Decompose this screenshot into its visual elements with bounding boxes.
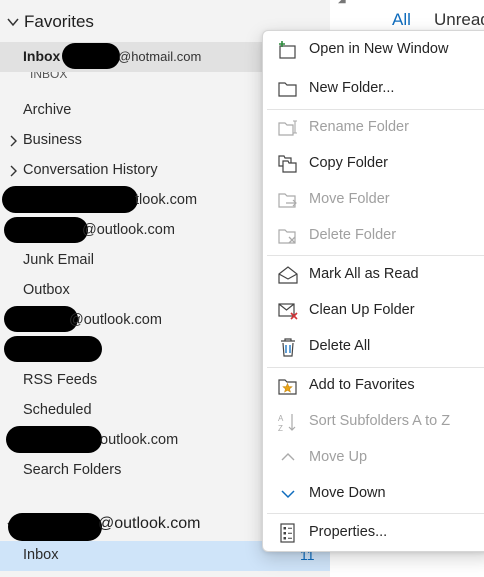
sub-folder-label: INBOX — [30, 72, 68, 81]
menu-item-label: Properties... — [309, 524, 388, 540]
menu-separator — [267, 255, 484, 256]
favorite-star-icon — [278, 379, 297, 395]
properties-icon — [280, 523, 295, 543]
folder-label: @outlook.com — [82, 222, 175, 238]
redacted-account-name — [6, 426, 102, 453]
menu-item-add-to-favorites[interactable]: Add to Favorites — [263, 368, 484, 402]
menu-item-label: Delete All — [309, 338, 371, 354]
new-folder-icon — [278, 82, 297, 97]
svg-text:A: A — [278, 414, 284, 423]
folder-context-menu: Open in New Window New Folder... Rename … — [262, 30, 484, 552]
menu-item-move-folder[interactable]: Move Folder — [263, 182, 484, 216]
menu-item-delete-folder[interactable]: Delete Folder — [263, 218, 484, 252]
menu-item-clean-up-folder[interactable]: Clean Up Folder — [263, 293, 484, 327]
account-label: @outlook.com — [98, 515, 201, 532]
chevron-down-icon — [7, 18, 19, 27]
menu-item-rename-folder[interactable]: Rename Folder — [263, 110, 484, 144]
menu-separator — [267, 513, 484, 514]
folder-label: RSS Feeds — [23, 372, 98, 388]
folder-label: Archive — [23, 102, 72, 118]
folder-label: Conversation History — [23, 162, 158, 178]
menu-item-sort-subfolders[interactable]: A Z Sort Subfolders A to Z — [263, 404, 484, 438]
menu-item-label: Add to Favorites — [309, 377, 415, 393]
redacted-account-name — [4, 306, 78, 332]
copy-folder-icon — [278, 155, 297, 173]
open-new-window-icon — [279, 41, 296, 59]
sort-a-z-icon: A Z — [278, 414, 296, 432]
move-folder-icon — [278, 193, 297, 208]
clean-up-folder-icon — [278, 303, 298, 320]
menu-item-label: Move Down — [309, 485, 386, 501]
rename-folder-icon — [278, 120, 297, 136]
folder-label: Outbox — [23, 282, 70, 298]
folder-label: Junk Email — [23, 252, 94, 268]
folder-label: @outlook.com — [69, 312, 162, 328]
scroll-indicator-icon: ◢ — [338, 0, 346, 5]
account-inbox-label: Inbox — [23, 547, 59, 563]
menu-item-label: Rename Folder — [309, 119, 409, 135]
sub-folder-inbox[interactable]: INBOX — [30, 72, 67, 86]
redacted-account-name — [4, 217, 88, 243]
svg-text:Z: Z — [278, 424, 283, 432]
menu-item-new-folder[interactable]: New Folder... — [263, 71, 484, 105]
favorites-inbox-label: Inbox — [23, 48, 61, 64]
menu-item-open-in-new-window[interactable]: Open in New Window — [263, 32, 484, 66]
redacted-account-name — [62, 43, 120, 69]
delete-folder-icon — [278, 229, 296, 244]
folder-label: Search Folders — [23, 462, 122, 478]
chevron-right-icon[interactable] — [8, 165, 18, 177]
menu-item-label: Clean Up Folder — [309, 302, 415, 318]
menu-item-label: Open in New Window — [309, 41, 449, 57]
menu-item-label: Copy Folder — [309, 155, 388, 171]
menu-item-move-up[interactable]: Move Up — [263, 440, 484, 474]
folder-label: outlook.com — [100, 432, 179, 448]
redacted-account-name — [2, 186, 138, 213]
menu-item-label: Move Folder — [309, 191, 390, 207]
outlook-window: Favorites Inbox @hotmail.com INBOX Archi… — [0, 0, 484, 577]
tab-all[interactable]: All — [392, 10, 411, 30]
redacted-account-name — [8, 513, 102, 541]
redacted-account-name — [4, 336, 102, 362]
menu-item-label: Delete Folder — [309, 227, 397, 243]
chevron-down-icon — [281, 490, 295, 499]
menu-item-properties[interactable]: Properties... — [263, 515, 484, 549]
folder-label: tlook.com — [135, 192, 198, 208]
folder-label: Business — [23, 132, 82, 148]
menu-item-mark-all-as-read[interactable]: Mark All as Read — [263, 257, 484, 291]
mark-read-icon — [278, 266, 298, 284]
menu-item-label: New Folder... — [309, 80, 395, 96]
delete-all-icon — [281, 338, 295, 357]
folder-label: Scheduled — [23, 402, 92, 418]
chevron-right-icon[interactable] — [8, 135, 18, 147]
menu-item-label: Move Up — [309, 449, 368, 465]
favorites-inbox-account: @hotmail.com — [118, 49, 202, 64]
menu-item-move-down[interactable]: Move Down — [263, 476, 484, 510]
menu-item-copy-folder[interactable]: Copy Folder — [263, 146, 484, 180]
chevron-up-icon — [281, 453, 295, 461]
favorites-label: Favorites — [24, 12, 94, 31]
menu-item-label: Mark All as Read — [309, 266, 419, 282]
menu-item-delete-all[interactable]: Delete All — [263, 329, 484, 363]
tab-unread[interactable]: Unread — [434, 10, 484, 30]
menu-item-label: Sort Subfolders A to Z — [309, 413, 451, 429]
favorites-header[interactable]: Favorites — [6, 10, 94, 34]
